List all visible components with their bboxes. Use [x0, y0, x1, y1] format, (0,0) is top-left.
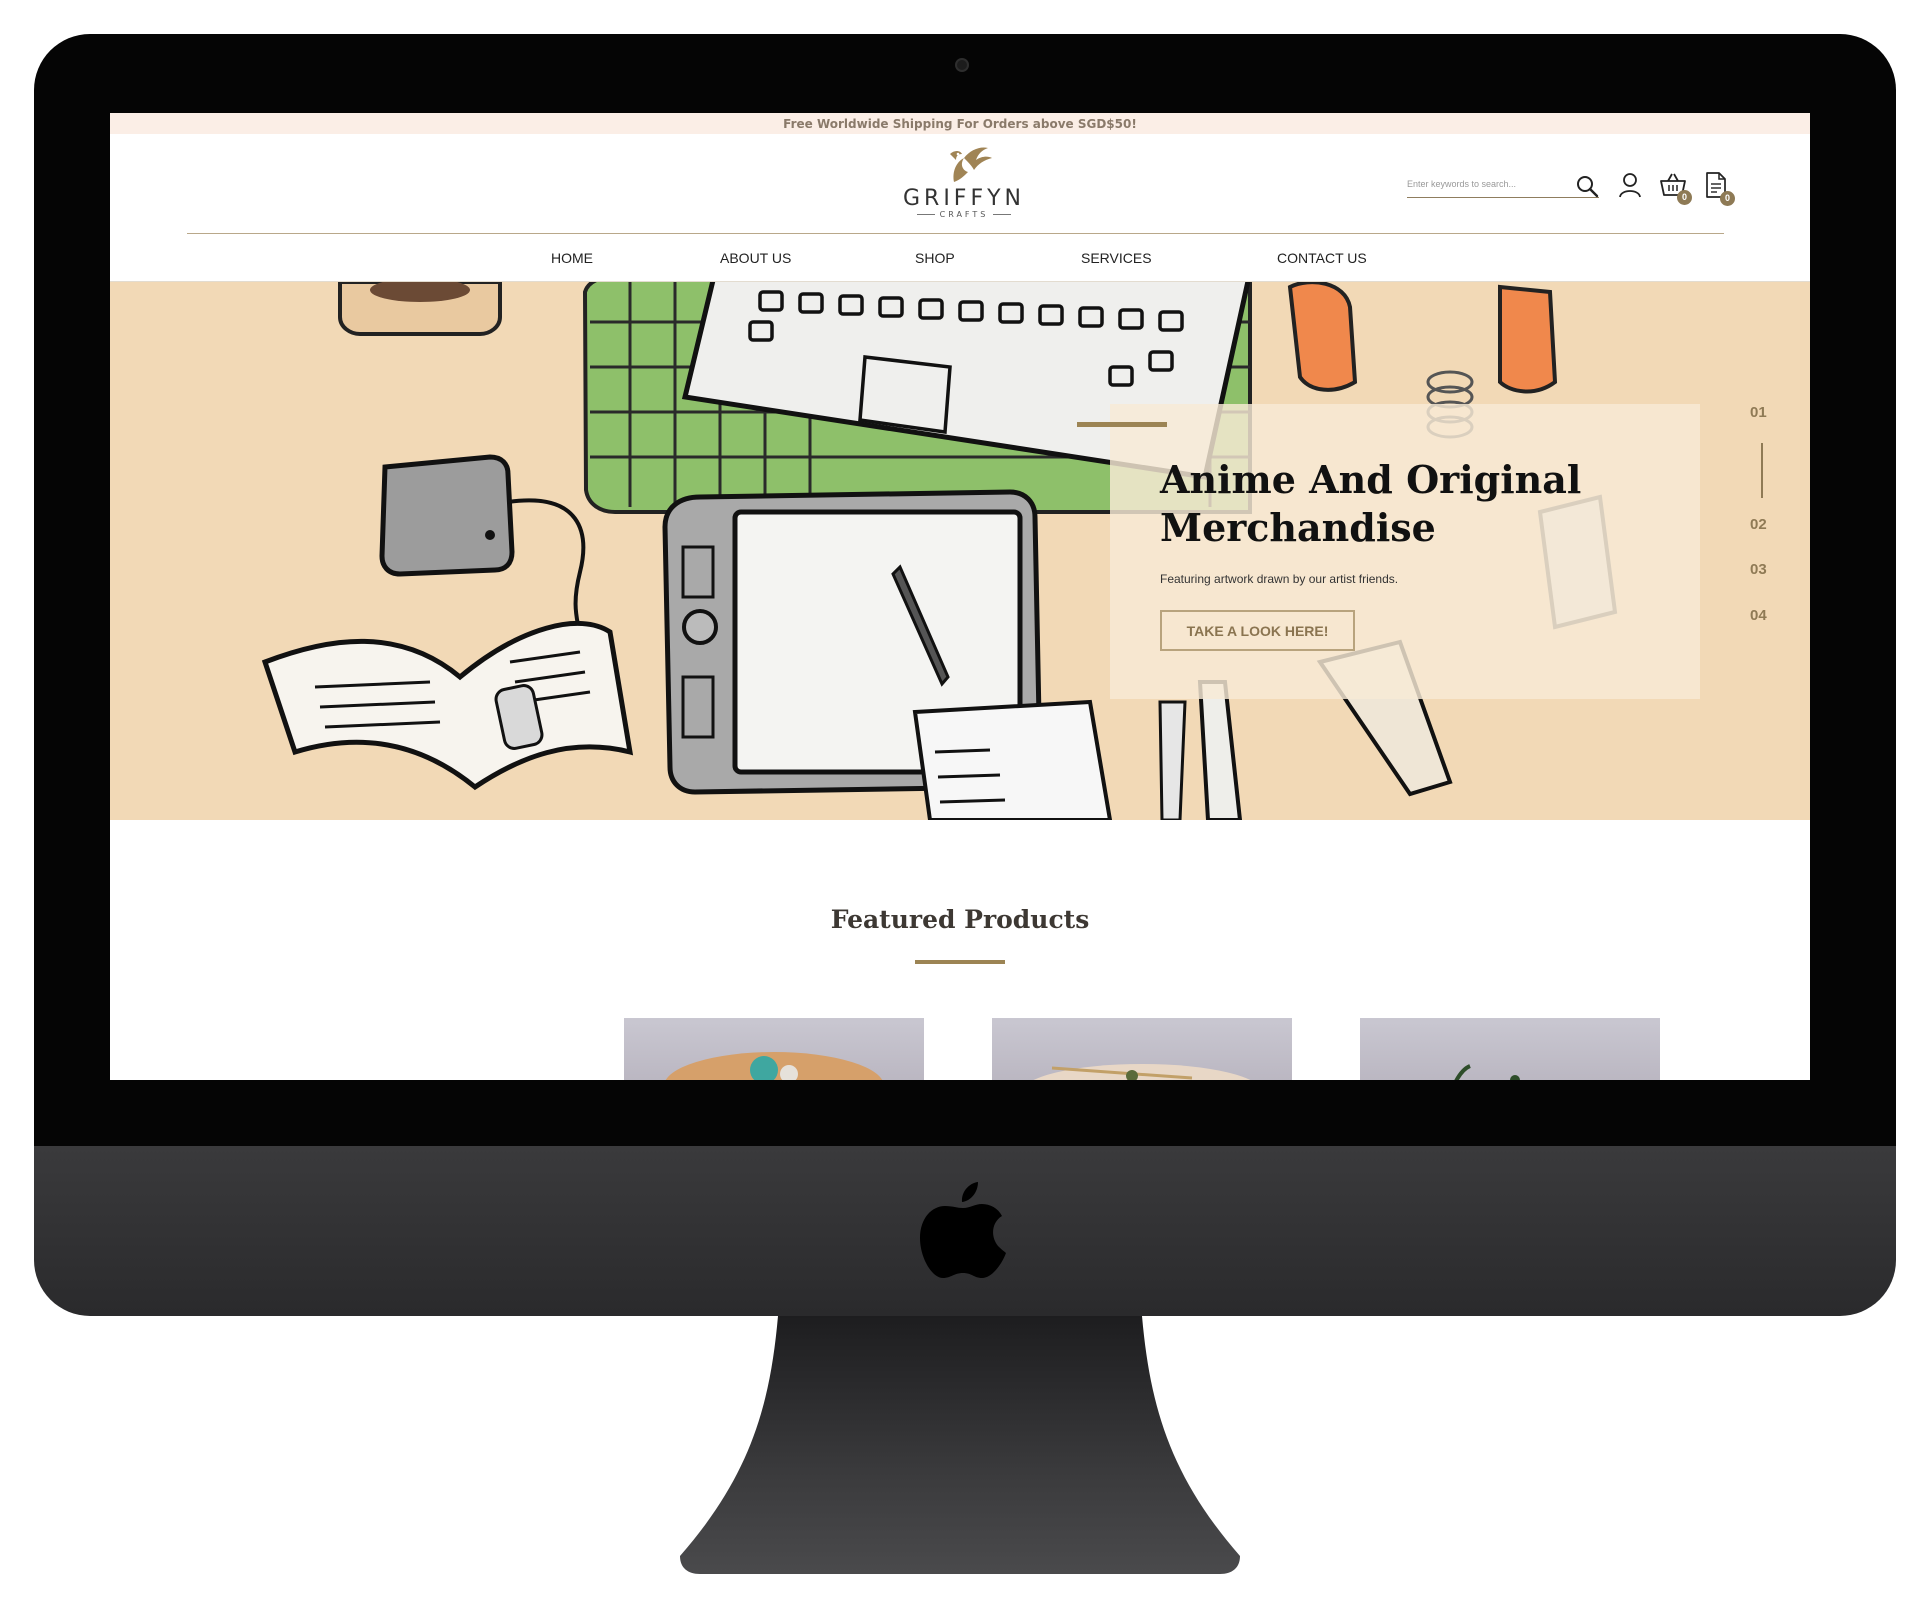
- search-input[interactable]: [1407, 174, 1557, 194]
- griffin-logo-icon: [950, 147, 992, 182]
- brand-tagline-text: CRAFTS: [939, 210, 989, 219]
- announcement-bar: Free Worldwide Shipping For Orders above…: [110, 113, 1810, 134]
- brand-logo[interactable]: GRIFFYN CRAFTS: [899, 142, 1029, 224]
- product-card[interactable]: [1360, 1018, 1660, 1080]
- hero-accent-line: [1077, 422, 1167, 427]
- brand-name: GRIFFYN: [902, 186, 1026, 211]
- nav-home[interactable]: HOME: [551, 250, 593, 266]
- imac-mockup: Free Worldwide Shipping For Orders above…: [0, 0, 1920, 1600]
- slide-indicator-4[interactable]: 04: [1750, 607, 1767, 624]
- product-image: [665, 1052, 883, 1080]
- product-card[interactable]: [624, 1018, 924, 1080]
- slide-indicator-2[interactable]: 02: [1750, 516, 1767, 533]
- camera-icon: [955, 58, 969, 72]
- browser-screen: Free Worldwide Shipping For Orders above…: [110, 113, 1810, 1080]
- featured-divider: [915, 960, 1005, 964]
- nav-shop[interactable]: SHOP: [915, 250, 955, 266]
- cart-count-badge: 0: [1677, 190, 1692, 205]
- list-count-badge: 0: [1720, 191, 1735, 206]
- product-card[interactable]: [992, 1018, 1292, 1080]
- brand-tagline: CRAFTS: [899, 210, 1029, 219]
- hero-title: Anime And Original Merchandise: [1160, 457, 1582, 550]
- hero-banner: Anime And Original Merchandise Featuring…: [110, 282, 1810, 820]
- site-header: GRIFFYN CRAFTS 0: [110, 134, 1810, 234]
- featured-title: Featured Products: [830, 905, 1090, 934]
- main-nav: HOME ABOUT US SHOP SERVICES CONTACT US: [110, 234, 1810, 282]
- user-icon[interactable]: [1618, 172, 1642, 198]
- monitor-stand: [680, 1316, 1240, 1574]
- featured-section: Featured Products: [110, 820, 1810, 1080]
- slide-indicator-3[interactable]: 03: [1750, 561, 1767, 578]
- hero-card: Anime And Original Merchandise Featuring…: [1077, 404, 1700, 699]
- product-image: [1033, 1064, 1251, 1080]
- apple-logo-icon: [920, 1182, 1006, 1278]
- active-slide-line: [1761, 443, 1763, 498]
- slide-indicator-1[interactable]: 01: [1750, 404, 1767, 421]
- nav-about-us[interactable]: ABOUT US: [720, 250, 791, 266]
- nav-services[interactable]: SERVICES: [1081, 250, 1152, 266]
- hero-cta-button[interactable]: TAKE A LOOK HERE!: [1160, 610, 1355, 651]
- hero-subtitle: Featuring artwork drawn by our artist fr…: [1160, 572, 1399, 586]
- search-box: [1407, 174, 1599, 198]
- nav-contact-us[interactable]: CONTACT US: [1277, 250, 1367, 266]
- search-icon[interactable]: [1575, 174, 1599, 198]
- product-image: [1454, 1064, 1520, 1080]
